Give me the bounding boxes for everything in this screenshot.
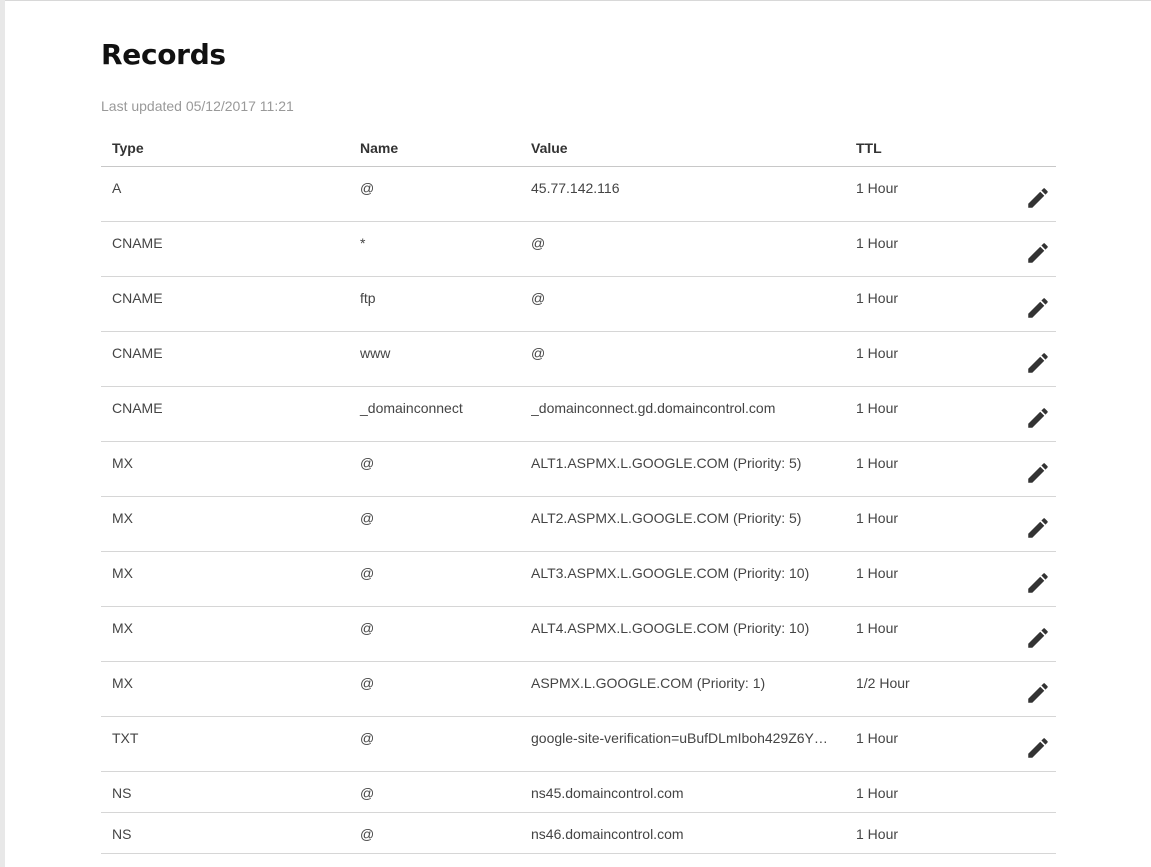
- table-row: MX @ ALT3.ASPMX.L.GOOGLE.COM (Priority: 10…: [101, 552, 1056, 607]
- table-row: NS @ ns45.domaincontrol.com 1 Hour: [101, 772, 1056, 813]
- record-name-cell: @: [360, 730, 375, 746]
- record-name-cell: @: [360, 826, 375, 842]
- record-type-cell: CNAME: [112, 235, 163, 251]
- record-ttl-cell: 1 Hour: [856, 510, 899, 526]
- record-ttl-cell: 1/2 Hour: [856, 675, 910, 691]
- record-name-cell: @: [360, 180, 375, 196]
- record-name-cell: @: [360, 785, 375, 801]
- record-name-cell: @: [360, 565, 375, 581]
- record-type-cell: MX: [112, 565, 133, 581]
- record-name-cell: @: [360, 620, 375, 636]
- record-ttl-cell: 1 Hour: [856, 180, 899, 196]
- top-divider: [5, 0, 1151, 1]
- record-type-cell: CNAME: [112, 345, 163, 361]
- record-value-cell: google-site-verification=uBufDLmIboh429Z…: [531, 730, 828, 746]
- record-ttl-cell: 1 Hour: [856, 400, 899, 416]
- record-value-cell: @: [531, 235, 546, 251]
- column-header-type: Type: [112, 140, 144, 156]
- record-value-cell: _domainconnect.gd.domaincontrol.com: [531, 400, 776, 416]
- record-type-cell: MX: [112, 510, 133, 526]
- record-value-cell: 45.77.142.116: [531, 180, 620, 196]
- edit-record-button[interactable]: [1023, 458, 1053, 488]
- record-value-cell: ns46.domaincontrol.com: [531, 826, 684, 842]
- edit-record-button[interactable]: [1023, 403, 1053, 433]
- record-type-cell: NS: [112, 785, 132, 801]
- column-header-ttl: TTL: [856, 140, 882, 156]
- record-value-cell: @: [531, 290, 546, 306]
- record-ttl-cell: 1 Hour: [856, 785, 899, 801]
- table-row: CNAME ftp @1 Hour: [101, 277, 1056, 332]
- table-row: MX @ ALT1.ASPMX.L.GOOGLE.COM (Priority: 5)…: [101, 442, 1056, 497]
- pencil-icon: [1025, 460, 1051, 486]
- table-header: Type Name Value TTL: [101, 128, 1056, 167]
- table-row: MX @ ALT2.ASPMX.L.GOOGLE.COM (Priority: 5)…: [101, 497, 1056, 552]
- table-row: MX @ ASPMX.L.GOOGLE.COM (Priority: 1) 1/2 H…: [101, 662, 1056, 717]
- edit-record-button[interactable]: [1023, 623, 1053, 653]
- page-title: Records: [101, 38, 226, 71]
- record-name-cell: @: [360, 455, 375, 471]
- record-ttl-cell: 1 Hour: [856, 620, 899, 636]
- records-table: Type Name Value TTL A @45.77.142.116 1 Hou…: [101, 128, 1056, 854]
- edit-record-button[interactable]: [1023, 678, 1053, 708]
- record-value-cell: ALT4.ASPMX.L.GOOGLE.COM (Priority: 10): [531, 620, 810, 636]
- edit-record-button[interactable]: [1023, 293, 1053, 323]
- pencil-icon: [1025, 240, 1051, 266]
- column-header-name: Name: [360, 140, 399, 156]
- record-name-cell: www: [360, 345, 391, 361]
- record-type-cell: NS: [112, 826, 132, 842]
- pencil-icon: [1025, 405, 1051, 431]
- table-body: A @45.77.142.116 1 Hour CNAME * @1 Hour CNAME f…: [101, 167, 1056, 854]
- table-row: CNAME _domainconnect _domainconnect.gd.dom…: [101, 387, 1056, 442]
- record-ttl-cell: 1 Hour: [856, 345, 899, 361]
- edit-record-button[interactable]: [1023, 183, 1053, 213]
- pencil-icon: [1025, 735, 1051, 761]
- record-value-cell: ns45.domaincontrol.com: [531, 785, 684, 801]
- pencil-icon: [1025, 625, 1051, 651]
- record-ttl-cell: 1 Hour: [856, 730, 899, 746]
- record-type-cell: MX: [112, 455, 133, 471]
- record-name-cell: @: [360, 510, 375, 526]
- pencil-icon: [1025, 680, 1051, 706]
- edit-record-button[interactable]: [1023, 348, 1053, 378]
- record-name-cell: _domainconnect: [360, 400, 463, 416]
- record-ttl-cell: 1 Hour: [856, 455, 899, 471]
- record-type-cell: CNAME: [112, 400, 163, 416]
- record-type-cell: A: [112, 180, 122, 196]
- record-ttl-cell: 1 Hour: [856, 235, 899, 251]
- record-value-cell: ALT3.ASPMX.L.GOOGLE.COM (Priority: 10): [531, 565, 810, 581]
- record-ttl-cell: 1 Hour: [856, 565, 899, 581]
- edit-record-button[interactable]: [1023, 238, 1053, 268]
- table-row: MX @ ALT4.ASPMX.L.GOOGLE.COM (Priority: 10…: [101, 607, 1056, 662]
- record-type-cell: MX: [112, 675, 133, 691]
- record-value-cell: @: [531, 345, 546, 361]
- table-row: NS @ ns46.domaincontrol.com 1 Hour: [101, 813, 1056, 854]
- last-updated-text: Last updated 05/12/2017 11:21: [101, 98, 294, 114]
- pencil-icon: [1025, 185, 1051, 211]
- table-row: CNAME www @1 Hour: [101, 332, 1056, 387]
- record-value-cell: ALT1.ASPMX.L.GOOGLE.COM (Priority: 5): [531, 455, 802, 471]
- table-row: A @45.77.142.116 1 Hour: [101, 167, 1056, 222]
- record-name-cell: *: [360, 235, 366, 251]
- table-row: CNAME * @1 Hour: [101, 222, 1056, 277]
- table-row: TXT @ google-site-verification=uBufDLmIboh…: [101, 717, 1056, 772]
- edit-record-button[interactable]: [1023, 513, 1053, 543]
- record-ttl-cell: 1 Hour: [856, 290, 899, 306]
- pencil-icon: [1025, 295, 1051, 321]
- edit-record-button[interactable]: [1023, 568, 1053, 598]
- edit-record-button[interactable]: [1023, 733, 1053, 763]
- pencil-icon: [1025, 515, 1051, 541]
- record-value-cell: ASPMX.L.GOOGLE.COM (Priority: 1): [531, 675, 766, 691]
- record-type-cell: TXT: [112, 730, 139, 746]
- column-header-value: Value: [531, 140, 568, 156]
- record-name-cell: ftp: [360, 290, 376, 306]
- record-name-cell: @: [360, 675, 375, 691]
- record-ttl-cell: 1 Hour: [856, 826, 899, 842]
- pencil-icon: [1025, 570, 1051, 596]
- record-type-cell: MX: [112, 620, 133, 636]
- pencil-icon: [1025, 350, 1051, 376]
- left-edge-strip: [0, 0, 5, 867]
- record-type-cell: CNAME: [112, 290, 163, 306]
- record-value-cell: ALT2.ASPMX.L.GOOGLE.COM (Priority: 5): [531, 510, 802, 526]
